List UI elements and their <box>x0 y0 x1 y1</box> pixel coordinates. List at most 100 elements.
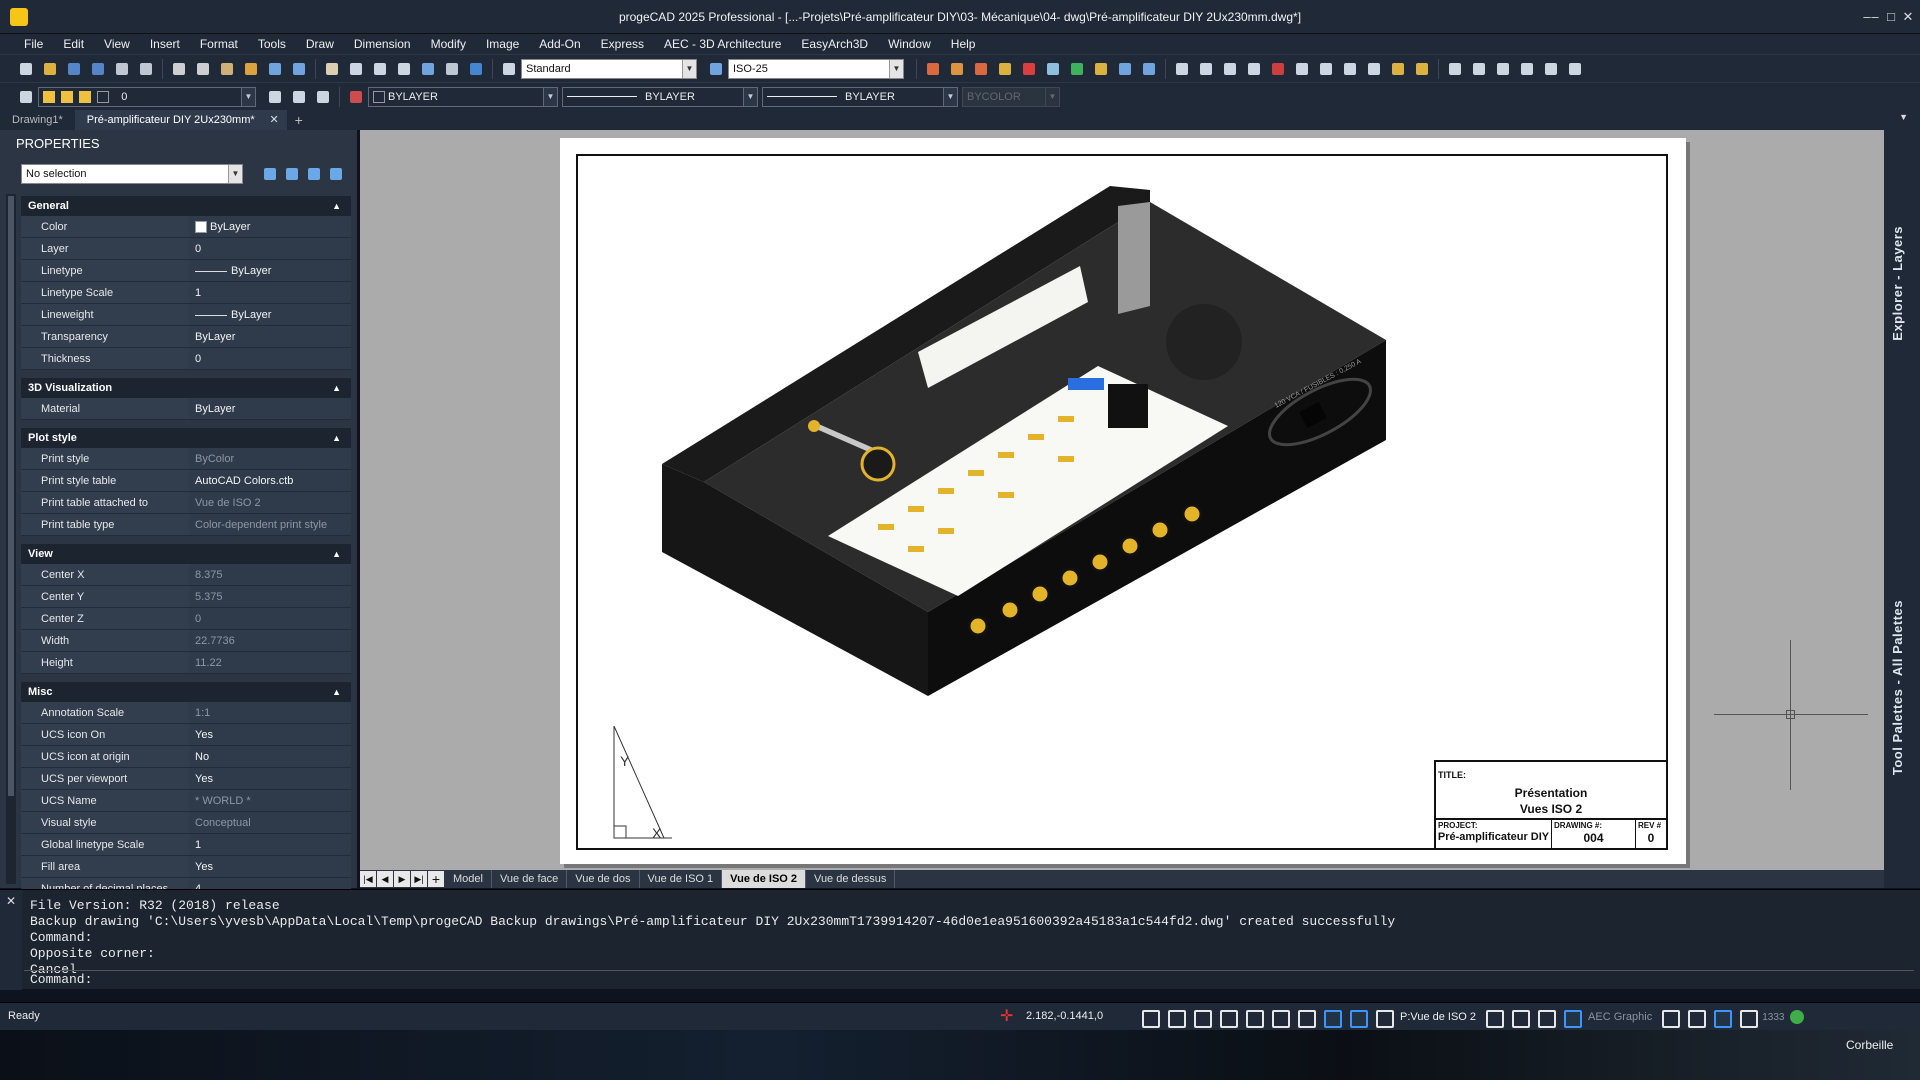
make-current-icon[interactable] <box>288 86 310 108</box>
text-style-icon[interactable] <box>498 58 520 80</box>
layer-manager-icon[interactable] <box>15 86 37 108</box>
tolerance-icon[interactable] <box>1138 58 1160 80</box>
color-wheel-icon[interactable] <box>345 86 367 108</box>
tab-vue-de-face[interactable]: Vue de face <box>492 870 568 888</box>
coordinates-icon[interactable]: ✛ <box>1000 1008 1018 1026</box>
paste-icon[interactable] <box>216 58 238 80</box>
filter-icon[interactable] <box>326 164 346 184</box>
menu-insert[interactable]: Insert <box>140 34 190 54</box>
prop-row-annotation-scale[interactable]: Annotation Scale 1:1 <box>21 702 351 724</box>
prop-row-print-style[interactable]: Print style ByColor <box>21 448 351 470</box>
prop-row-lineweight[interactable]: Lineweight ByLayer <box>21 304 351 326</box>
prop-row-thickness[interactable]: Thickness 0 <box>21 348 351 370</box>
zoom-realtime-icon[interactable] <box>345 58 367 80</box>
toggle-pickadd-icon[interactable] <box>260 164 280 184</box>
collapse-icon[interactable]: ▲ <box>332 682 341 702</box>
prop-row-linetype-scale[interactable]: Linetype Scale 1 <box>21 282 351 304</box>
zoom-zero-icon[interactable] <box>1387 58 1409 80</box>
command-input[interactable]: Command: <box>24 970 1914 988</box>
tool-palettes-palette[interactable]: Tool Palettes - All Palettes <box>1890 600 1905 775</box>
prop-row-global-linetype-scale[interactable]: Global linetype Scale 1 <box>21 834 351 856</box>
dim-baseline-icon[interactable] <box>1042 58 1064 80</box>
tab-vue-de-iso-1[interactable]: Vue de ISO 1 <box>640 870 723 888</box>
user-icon[interactable] <box>1506 1006 1532 1028</box>
close-tab-icon[interactable]: ✕ <box>269 110 278 130</box>
prop-row-linetype[interactable]: Linetype ByLayer <box>21 260 351 282</box>
match-properties-icon[interactable] <box>240 58 262 80</box>
linetype-select[interactable]: BYLAYER ▼ <box>562 86 758 107</box>
tab-list-chevron-icon[interactable]: ▼ <box>1899 112 1908 122</box>
prop-value[interactable]: ByLayer <box>189 260 351 281</box>
tab-model[interactable]: Model <box>445 870 492 888</box>
close-command-icon[interactable]: ✕ <box>0 890 22 912</box>
collapse-icon[interactable]: ▲ <box>332 544 341 564</box>
undo-icon[interactable] <box>264 58 286 80</box>
copy-icon[interactable] <box>192 58 214 80</box>
prop-row-print-table-attached[interactable]: Print table attached to Vue de ISO 2 <box>21 492 351 514</box>
settings-gear-icon[interactable] <box>1480 1006 1506 1028</box>
menu-draw[interactable]: Draw <box>296 34 344 54</box>
category-view[interactable]: View ▲ <box>21 544 351 564</box>
prop-row-print-style-table[interactable]: Print style table AutoCAD Colors.ctb <box>21 470 351 492</box>
last-tab-icon[interactable]: ▶| <box>411 871 427 887</box>
tab-vue-de-iso-2[interactable]: Vue de ISO 2 <box>722 870 807 888</box>
spline-icon[interactable] <box>1219 58 1241 80</box>
close-window-button[interactable]: ✕ <box>1896 5 1920 29</box>
quick-select-icon[interactable] <box>304 164 324 184</box>
redo-icon[interactable] <box>288 58 310 80</box>
recycle-bin-label[interactable]: Corbeille <box>1846 1038 1893 1052</box>
named-views-icon[interactable] <box>417 58 439 80</box>
open-file-icon[interactable] <box>39 58 61 80</box>
explorer-layers-palette[interactable]: Explorer - Layers <box>1890 226 1905 341</box>
dim-aligned-icon[interactable] <box>946 58 968 80</box>
add-layout-icon[interactable]: + <box>428 871 444 887</box>
prop-row-fill-area[interactable]: Fill area Yes <box>21 856 351 878</box>
workspace-icon[interactable] <box>1708 1006 1734 1028</box>
object-tracking-icon[interactable] <box>1318 1006 1344 1028</box>
menu-easyarch3d[interactable]: EasyArch3D <box>791 34 878 54</box>
raster-icon[interactable] <box>1564 58 1586 80</box>
esnap-icon[interactable] <box>1292 1006 1318 1028</box>
properties-scrollbar[interactable] <box>6 194 16 884</box>
next-tab-icon[interactable]: ▶ <box>394 871 410 887</box>
viewport-icon[interactable] <box>1171 58 1193 80</box>
clean-screen-icon[interactable] <box>1558 1006 1584 1028</box>
viewport-label[interactable]: P:Vue de ISO 2 <box>1396 1011 1480 1023</box>
dim-radius-icon[interactable] <box>994 58 1016 80</box>
prop-row-width[interactable]: Width 22.7736 <box>21 630 351 652</box>
selection-select[interactable]: No selection ▼ <box>21 164 243 184</box>
dim-center-icon[interactable] <box>1090 58 1112 80</box>
prop-row-color[interactable]: Color ByLayer <box>21 216 351 238</box>
table-icon[interactable] <box>1444 58 1466 80</box>
category-misc[interactable]: Misc ▲ <box>21 682 351 702</box>
lineweight-select[interactable]: BYLAYER ▼ <box>762 86 958 107</box>
prop-value[interactable]: AutoCAD Colors.ctb <box>189 470 351 491</box>
cut-icon[interactable] <box>168 58 190 80</box>
menu-help[interactable]: Help <box>941 34 986 54</box>
tab-vue-de-dos[interactable]: Vue de dos <box>567 870 640 888</box>
category-plot-style[interactable]: Plot style ▲ <box>21 428 351 448</box>
field-icon[interactable] <box>1363 58 1385 80</box>
collapse-icon[interactable]: ▲ <box>332 428 341 448</box>
dots-grid-icon[interactable] <box>1188 1006 1214 1028</box>
print-icon[interactable] <box>111 58 133 80</box>
snap-icon[interactable] <box>1162 1006 1188 1028</box>
new-file-icon[interactable] <box>15 58 37 80</box>
lineweight-display-icon[interactable] <box>1344 1006 1370 1028</box>
layer-select[interactable]: 0 ▼ <box>38 86 256 107</box>
region-icon[interactable] <box>1267 58 1289 80</box>
prop-value[interactable]: ByLayer <box>189 326 351 347</box>
tab-preamp-drawing[interactable]: Pré-amplificateur DIY 2Ux230mm* ✕ <box>74 110 287 130</box>
prop-value[interactable]: ByLayer <box>189 398 351 419</box>
zoom-previous-icon[interactable] <box>393 58 415 80</box>
dim-angular-icon[interactable] <box>970 58 992 80</box>
aec-graphic-label[interactable]: AEC Graphic <box>1584 1011 1656 1023</box>
prop-row-ucs-on[interactable]: UCS icon On Yes <box>21 724 351 746</box>
menu-format[interactable]: Format <box>190 34 248 54</box>
first-tab-icon[interactable]: |◀ <box>360 871 376 887</box>
divide-icon[interactable] <box>1492 58 1514 80</box>
grid-icon[interactable] <box>1214 1006 1240 1028</box>
preamp-3d-model[interactable]: 120 VCA / FUSIBLES : 0,250 A <box>578 156 1668 756</box>
prop-row-visual-style[interactable]: Visual style Conceptual <box>21 812 351 834</box>
block-icon[interactable] <box>1195 58 1217 80</box>
